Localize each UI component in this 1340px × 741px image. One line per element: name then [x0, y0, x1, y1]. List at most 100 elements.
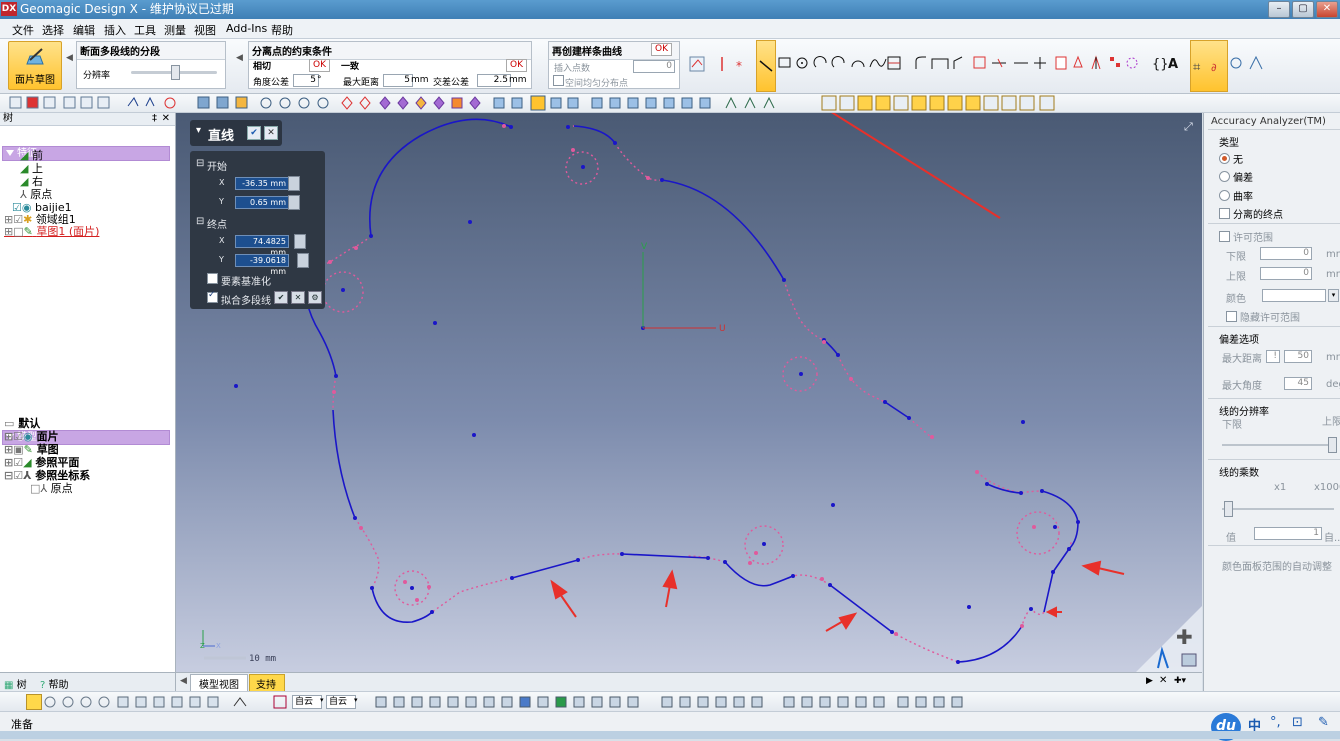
tree-item-ref-plane[interactable]: ⊞☑◢ 参照平面 [4, 457, 79, 469]
mirror-icon[interactable] [1055, 56, 1067, 70]
sketch-points[interactable] [234, 125, 1080, 664]
start-collapse-icon[interactable]: ⊟ [196, 158, 204, 169]
value-input[interactable]: 1 [1254, 527, 1322, 540]
menu-view[interactable]: 视图 [194, 22, 216, 38]
type-none-radio[interactable]: 无 [1219, 151, 1243, 166]
sketch-canvas[interactable]: V U 10 mm Z X ⤢ ✚ [176, 113, 1202, 672]
menu-addins[interactable]: Add-Ins [226, 22, 267, 35]
max-dist-input[interactable]: 5 [383, 74, 413, 87]
filter-combo-1[interactable]: 自云 [292, 695, 322, 709]
combo1-arrow-icon[interactable]: ▾ [320, 696, 324, 704]
menu-file[interactable]: 文件 [12, 22, 34, 38]
resolution-slider[interactable] [1222, 444, 1334, 446]
brush-icon[interactable] [1181, 653, 1197, 667]
auto-adjust-label[interactable]: 颜色面板范围的自动调整 [1222, 558, 1332, 573]
arc2-icon[interactable] [831, 56, 845, 68]
color-picker[interactable] [1262, 289, 1326, 302]
consistent-ok-button[interactable]: OK [506, 59, 527, 72]
tree-item-front[interactable]: ◢ 前 [20, 150, 43, 162]
point-icon[interactable]: * [736, 59, 742, 73]
filter-combo-2[interactable]: 自云 [326, 695, 356, 709]
close-panel-icon[interactable]: ✕ [162, 113, 170, 125]
tab-model-view[interactable]: 模型视图 [190, 674, 248, 692]
face-sketch-button[interactable]: 面片草图 [8, 41, 62, 90]
constraint-toggle-button[interactable]: ⌗ ∂ [1190, 40, 1228, 92]
cancel-x-icon[interactable]: ✕ [264, 126, 278, 140]
tree-item-sketch[interactable]: ⊞▣✎ 草图 [4, 444, 59, 456]
mesh-points[interactable] [328, 124, 1036, 636]
array-icon[interactable] [1091, 55, 1101, 70]
start-y-spinner[interactable] [288, 195, 300, 210]
ok-check-icon[interactable]: ✔ [247, 126, 261, 140]
tab-close-icon[interactable]: ✕ [1159, 675, 1167, 686]
tree-item-mesh[interactable]: ⊞☑◉ 面片 [4, 431, 59, 443]
fillet-icon[interactable] [915, 56, 926, 69]
normalize-checkbox[interactable] [207, 273, 221, 286]
close-button[interactable]: ✕ [1316, 1, 1338, 18]
fit-cancel-icon[interactable]: ✕ [291, 291, 305, 304]
menu-measure[interactable]: 测量 [164, 22, 186, 38]
linear-pattern-icon[interactable] [1110, 57, 1120, 67]
end-x-spinner[interactable] [294, 234, 306, 249]
tree-item-sketch1[interactable]: ⊞□✎ 草图1 (面片) [4, 226, 99, 238]
geometry-filter-icons[interactable] [372, 694, 992, 710]
circle-icon[interactable] [796, 57, 808, 69]
tangent-ok-button[interactable]: OK [309, 59, 330, 72]
extend-icon[interactable] [973, 56, 986, 69]
tab-menu-icon[interactable]: ✚▾ [1174, 676, 1186, 686]
end-y-input[interactable]: -39.0618 mm [235, 254, 289, 276]
tolerance-checkbox[interactable]: 许可范围 [1219, 229, 1273, 244]
circular-pattern-icon[interactable] [1126, 57, 1138, 69]
resolution-slider-thumb[interactable] [171, 65, 180, 80]
rectangle-icon[interactable] [778, 57, 791, 68]
chamfer-icon[interactable] [931, 58, 949, 69]
tree-item-model-origin[interactable]: □⅄ 原点 [30, 483, 73, 495]
help-tab[interactable]: ? 帮助 [40, 676, 69, 691]
analyze-icons[interactable] [1228, 53, 1268, 75]
recreate-ok-button[interactable]: OK [651, 43, 672, 56]
end-collapse-icon[interactable]: ⊟ [196, 216, 204, 227]
menu-edit[interactable]: 编辑 [73, 22, 95, 38]
tab-scroll-right-icon[interactable]: ▶ [1146, 676, 1153, 686]
max-dist-flag[interactable]: ! [1266, 350, 1280, 363]
filter-icon[interactable] [272, 694, 290, 710]
offset-icon[interactable] [887, 56, 901, 70]
end-x-input[interactable]: 74.4825 mm [235, 235, 289, 257]
fit-accept-icon[interactable]: ✔ [274, 291, 288, 304]
maximize-button[interactable]: ▢ [1292, 1, 1314, 18]
split-icon[interactable] [992, 58, 1006, 68]
menu-tools[interactable]: 工具 [134, 22, 156, 38]
select-rect-button[interactable] [26, 694, 42, 710]
multiplier-slider[interactable] [1222, 508, 1334, 510]
move-icon[interactable] [1073, 55, 1083, 68]
color-dropdown-icon[interactable]: ▾ [1328, 289, 1339, 302]
resolution-thumb[interactable] [1328, 437, 1337, 453]
max-dist-input[interactable]: 50 [1284, 350, 1312, 363]
bracket-icon[interactable]: {} [1152, 57, 1169, 72]
ime-keyboard-icon[interactable]: ⊡ [1292, 715, 1303, 730]
tree-tab[interactable]: ▦ 树 [4, 676, 27, 691]
menu-help[interactable]: 帮助 [271, 22, 293, 38]
minimize-button[interactable]: – [1268, 1, 1290, 18]
cross-icon[interactable] [1034, 57, 1046, 69]
fit-icon[interactable] [689, 56, 705, 72]
fit-settings-icon[interactable]: ⚙ [308, 291, 322, 304]
collapse-icon[interactable]: ▾ [196, 125, 201, 136]
tree-item-ref-csys[interactable]: ⊟☑⅄ 参照坐标系 [4, 470, 90, 482]
tree-item-right[interactable]: ◢ 右 [20, 176, 43, 188]
select-mode-icons[interactable] [42, 694, 292, 710]
sep-endpoints-checkbox[interactable]: 分离的终点 [1219, 206, 1283, 221]
corner-icon[interactable] [953, 56, 963, 69]
menu-insert[interactable]: 插入 [104, 22, 126, 38]
end-y-spinner[interactable] [297, 253, 309, 268]
type-curvature-radio[interactable]: 曲率 [1219, 188, 1253, 203]
hide-tol-checkbox[interactable]: 隐藏许可范围 [1226, 309, 1300, 324]
plus-icon[interactable]: ✚ [1176, 625, 1193, 649]
start-x-spinner[interactable] [288, 176, 300, 191]
pin-icon[interactable]: ‡ [152, 113, 157, 125]
ime-punct-icon[interactable]: °, [1270, 715, 1281, 730]
type-deviation-radio[interactable]: 偏差 [1219, 169, 1253, 184]
multiplier-thumb[interactable] [1224, 501, 1233, 517]
spline-icon[interactable] [869, 58, 887, 68]
start-y-input[interactable]: 0.65 mm [235, 196, 289, 209]
